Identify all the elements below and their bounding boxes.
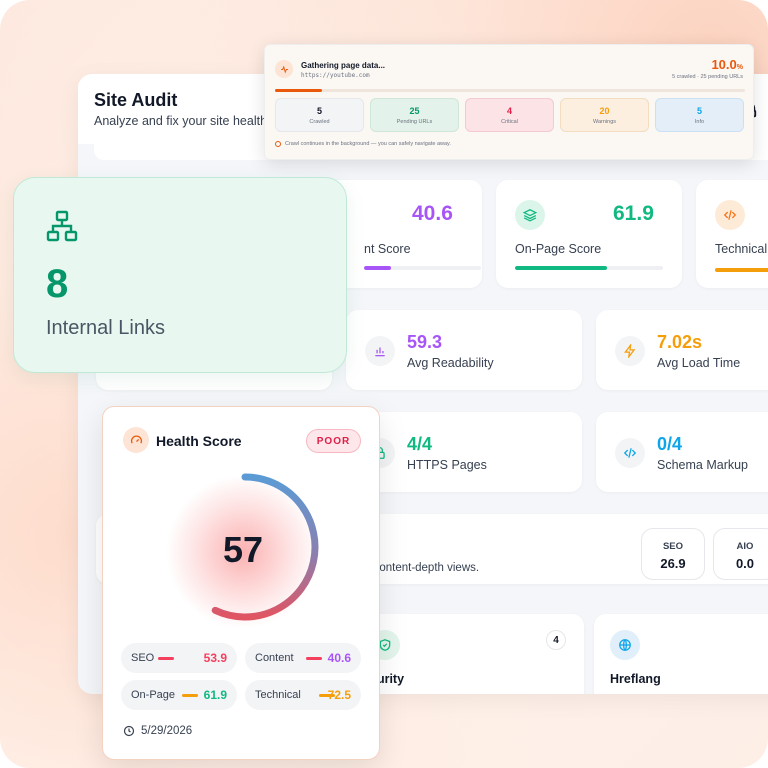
- https-label: HTTPS Pages: [407, 458, 487, 472]
- technical-score-card[interactable]: Technical: [696, 180, 768, 288]
- readability-label: Avg Readability: [407, 356, 494, 370]
- crawl-progress-bar: [275, 89, 745, 92]
- metric-bar: [306, 657, 323, 660]
- security-section-card[interactable]: 4 curity: [346, 614, 584, 694]
- layers-icon: [515, 200, 545, 230]
- page-title: Site Audit: [94, 90, 178, 110]
- metric-value: 53.9: [203, 651, 227, 665]
- crawl-stat-box: 25 Pending URLs: [370, 98, 459, 132]
- on-page-score-label: On-Page Score: [515, 242, 602, 256]
- metric-pill: Content 40.6: [245, 643, 361, 673]
- crawl-stat-box: 20 Warnings: [560, 98, 649, 132]
- load-time-value: 7.02s: [657, 332, 703, 352]
- readability-card[interactable]: 59.3 Avg Readability: [346, 310, 582, 390]
- schema-card[interactable]: 0/4 Schema Markup: [596, 412, 768, 492]
- crawl-stat-label: Pending URLs: [396, 119, 433, 125]
- metric-pill: Technical 72.5: [245, 680, 361, 710]
- metric-value: 40.6: [327, 651, 351, 665]
- code-icon: [615, 438, 645, 468]
- sitemap-icon: [46, 210, 78, 242]
- seo-mini-score[interactable]: SEO 26.9: [641, 528, 705, 580]
- internal-links-value: 8: [46, 262, 69, 306]
- readability-value: 59.3: [407, 332, 443, 352]
- metric-pill: On-Page 61.9: [121, 680, 237, 710]
- crawl-stat-box: 5 Crawled: [275, 98, 364, 132]
- health-score-value: 57: [222, 529, 264, 570]
- info-icon: [275, 141, 281, 147]
- clock-icon: [123, 725, 135, 737]
- crawl-percent: 10.0%: [711, 57, 743, 72]
- metric-label: On-Page: [131, 689, 176, 701]
- hreflang-section-card[interactable]: Hreflang: [594, 614, 768, 694]
- metric-bar: [182, 694, 199, 697]
- crawl-stat-value: 25: [409, 106, 420, 116]
- page-subtitle: Analyze and fix your site health: [94, 114, 268, 128]
- hreflang-section-label: Hreflang: [610, 672, 661, 686]
- load-time-label: Avg Load Time: [657, 356, 741, 370]
- internal-links-card[interactable]: 8 Internal Links: [13, 177, 347, 373]
- metric-label: Technical: [255, 689, 301, 701]
- on-page-score-bar-fill: [515, 266, 607, 270]
- gauge-icon: [123, 427, 149, 453]
- technical-score-label: Technical: [715, 242, 768, 256]
- crawl-stat-label: Info: [694, 119, 705, 125]
- crawl-stat-label: Crawled: [309, 119, 330, 125]
- globe-icon: [610, 630, 640, 660]
- crawl-stat-value: 5: [316, 106, 322, 116]
- on-page-score-card[interactable]: 61.9 On-Page Score: [496, 180, 682, 288]
- crawl-stat-label: Critical: [501, 119, 518, 125]
- audit-date: 5/29/2026: [141, 725, 193, 737]
- crawl-stat-value: 5: [696, 106, 702, 116]
- metric-pill: SEO 53.9: [121, 643, 237, 673]
- on-page-score-bar: [515, 266, 663, 270]
- crawl-progress-fill: [275, 89, 322, 92]
- crawl-stat-value: 4: [506, 106, 512, 116]
- activity-icon: [275, 60, 293, 78]
- crawl-meta: 5 crawled · 25 pending URLs: [672, 74, 743, 80]
- on-page-score-value: 61.9: [613, 202, 654, 225]
- https-card[interactable]: 4/4 HTTPS Pages: [346, 412, 582, 492]
- crawl-url: https://youtube.com: [301, 72, 370, 79]
- metric-bar: [157, 657, 174, 660]
- issue-count-badge: 4: [546, 630, 566, 650]
- load-time-card[interactable]: 7.02s Avg Load Time: [596, 310, 768, 390]
- internal-links-label: Internal Links: [46, 317, 165, 339]
- content-score-value: 40.6: [412, 202, 453, 225]
- bolt-icon: [615, 336, 645, 366]
- technical-score-bar: [715, 268, 768, 272]
- code-icon: [715, 200, 745, 230]
- crawl-title: Gathering page data...: [301, 61, 386, 70]
- metric-label: Content: [255, 652, 294, 664]
- schema-label: Schema Markup: [657, 458, 749, 472]
- views-description: d content-depth views.: [364, 562, 480, 574]
- crawl-progress-popup: Gathering page data... https://youtube.c…: [264, 44, 754, 160]
- schema-value: 0/4: [657, 434, 683, 454]
- crawl-stat-value: 20: [599, 106, 610, 116]
- crawl-stat-box: 5 Info: [655, 98, 744, 132]
- https-value: 4/4: [407, 434, 433, 454]
- metric-label: SEO: [131, 652, 155, 664]
- content-score-label: nt Score: [364, 242, 411, 256]
- content-score-bar-fill: [364, 266, 391, 270]
- aio-mini-score[interactable]: AIO 0.0: [713, 528, 768, 580]
- crawl-stat-label: Warnings: [592, 119, 617, 125]
- health-score-title: Health Score: [156, 433, 242, 449]
- status-badge: POOR: [306, 429, 361, 453]
- crawl-stat-box: 4 Critical: [465, 98, 554, 132]
- crawl-note: Crawl continues in the background — you …: [285, 141, 451, 147]
- health-score-card[interactable]: Health Score POOR 57 SEO 53.9 Content 40.6 O…: [102, 406, 380, 760]
- bar-chart-icon: [365, 336, 395, 366]
- metric-value: 61.9: [203, 688, 227, 702]
- metric-value: 72.5: [327, 688, 351, 702]
- content-score-bar: [364, 266, 481, 270]
